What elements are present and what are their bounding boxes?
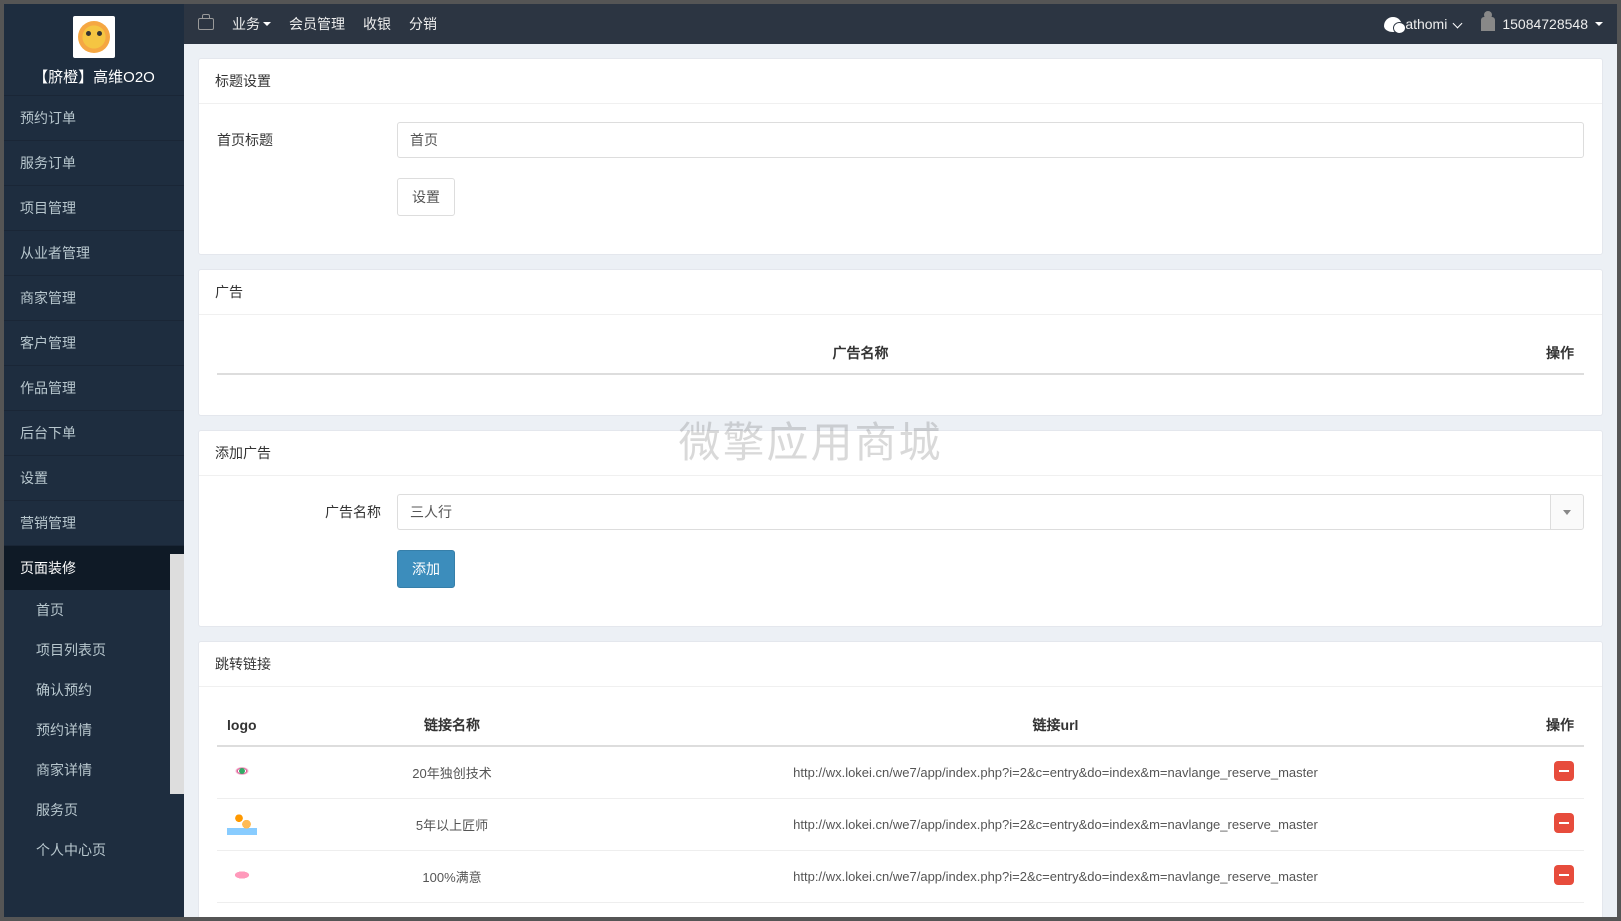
- btn-set-title[interactable]: 设置: [397, 178, 455, 216]
- cell-link-url: http://wx.lokei.cn/we7/app/index.php?i=2…: [597, 851, 1514, 903]
- caret-down-icon: [1595, 22, 1603, 26]
- th-logo: logo: [217, 705, 307, 746]
- subnav-item-home[interactable]: 首页: [4, 590, 184, 630]
- subnav-item-profile-page[interactable]: 个人中心页: [4, 830, 184, 870]
- input-ad-name[interactable]: [397, 494, 1550, 530]
- sidebar-scrollbar[interactable]: [170, 554, 184, 794]
- delete-button[interactable]: [1554, 865, 1574, 885]
- sidebar-header: 【脐橙】高维O2O: [4, 4, 184, 95]
- subnav-item-service-page[interactable]: 服务页: [4, 790, 184, 830]
- delete-button[interactable]: [1554, 813, 1574, 833]
- delete-button[interactable]: [1554, 761, 1574, 781]
- cell-link-url: http://wx.lokei.cn/we7/app/index.php?i=2…: [597, 746, 1514, 799]
- lips-icon: [227, 863, 257, 887]
- th-link-name: 链接名称: [307, 705, 597, 746]
- brand-logo: [73, 16, 115, 58]
- cell-link-name: 5年以上匠师: [307, 799, 597, 851]
- sidebar-item-reserve-orders[interactable]: 预约订单: [4, 95, 184, 140]
- sidebar-item-settings[interactable]: 设置: [4, 455, 184, 500]
- th-op: 操作: [1514, 705, 1584, 746]
- cell-link-name: 20年独创技术: [307, 746, 597, 799]
- label-ad-name: 广告名称: [217, 502, 397, 522]
- subnav-item-confirm-reserve[interactable]: 确认预约: [4, 670, 184, 710]
- topbar-account[interactable]: athomi: [1384, 16, 1461, 32]
- subnav-item-merchant-detail[interactable]: 商家详情: [4, 750, 184, 790]
- panel-ads: 广告 广告名称 操作: [198, 269, 1603, 416]
- eye-icon: [227, 759, 257, 783]
- topbar-member[interactable]: 会员管理: [289, 14, 345, 34]
- table-row: 5年以上匠师 http://wx.lokei.cn/we7/app/index.…: [217, 799, 1584, 851]
- panel-heading: 广告: [199, 270, 1602, 315]
- caret-down-icon: [1563, 510, 1571, 515]
- topbar-business[interactable]: 业务: [232, 14, 271, 34]
- sidebar-item-project-mgmt[interactable]: 项目管理: [4, 185, 184, 230]
- cell-link-url: http://wx.lokei.cn/we7/app/index.php?i=2…: [597, 799, 1514, 851]
- sidebar-item-works-mgmt[interactable]: 作品管理: [4, 365, 184, 410]
- sidebar-item-customer-mgmt[interactable]: 客户管理: [4, 320, 184, 365]
- sidebar-item-page-design[interactable]: 页面装修: [4, 545, 184, 590]
- sidebar-item-marketing[interactable]: 营销管理: [4, 500, 184, 545]
- th-link-url: 链接url: [597, 705, 1514, 746]
- sidebar: 【脐橙】高维O2O 预约订单 服务订单 项目管理 从业者管理 商家管理 客户管理…: [4, 4, 184, 917]
- caret-down-icon: [263, 22, 271, 26]
- panel-heading: 跳转链接: [199, 642, 1602, 687]
- ads-table: 广告名称 操作: [217, 333, 1584, 375]
- brand-name: 【脐橙】高维O2O: [4, 66, 184, 87]
- panel-add-ad: 添加广告 广告名称 添加: [198, 430, 1603, 627]
- input-home-title[interactable]: [397, 122, 1584, 158]
- table-row: 20年独创技术 http://wx.lokei.cn/we7/app/index…: [217, 746, 1584, 799]
- table-row: 100%满意 http://wx.lokei.cn/we7/app/index.…: [217, 851, 1584, 903]
- briefcase-icon: [198, 18, 214, 30]
- panel-heading: 添加广告: [199, 431, 1602, 476]
- topbar-phone[interactable]: 15084728548: [1481, 16, 1603, 32]
- user-icon: [1481, 17, 1495, 31]
- topbar: 业务 会员管理 收银 分销 athomi 15084728548: [184, 4, 1617, 44]
- topbar-distribution[interactable]: 分销: [409, 14, 437, 34]
- chevron-down-icon: [1453, 18, 1463, 28]
- sidebar-item-merchant-mgmt[interactable]: 商家管理: [4, 275, 184, 320]
- links-table: logo 链接名称 链接url 操作 20年独创技术 http://wx.lok…: [217, 705, 1584, 903]
- panel-title-settings: 标题设置 首页标题 设置: [198, 58, 1603, 255]
- wechat-icon: [1384, 17, 1402, 32]
- cell-link-name: 100%满意: [307, 851, 597, 903]
- subnav-item-reserve-detail[interactable]: 预约详情: [4, 710, 184, 750]
- th-ad-name: 广告名称: [217, 333, 1504, 374]
- btn-add-ad[interactable]: 添加: [397, 550, 455, 588]
- sidebar-item-backend-order[interactable]: 后台下单: [4, 410, 184, 455]
- massage-icon: [227, 811, 257, 835]
- sidebar-item-worker-mgmt[interactable]: 从业者管理: [4, 230, 184, 275]
- panel-heading: 标题设置: [199, 59, 1602, 104]
- subnav-item-project-list[interactable]: 项目列表页: [4, 630, 184, 670]
- th-op: 操作: [1504, 333, 1584, 374]
- sidebar-subnav: 首页 项目列表页 确认预约 预约详情 商家详情 服务页 个人中心页: [4, 590, 184, 870]
- topbar-checkout[interactable]: 收银: [363, 14, 391, 34]
- combo-dropdown-btn[interactable]: [1550, 494, 1584, 530]
- label-home-title: 首页标题: [217, 130, 397, 150]
- panel-links: 跳转链接 logo 链接名称 链接url 操作 20年独创技术: [198, 641, 1603, 917]
- sidebar-item-service-orders[interactable]: 服务订单: [4, 140, 184, 185]
